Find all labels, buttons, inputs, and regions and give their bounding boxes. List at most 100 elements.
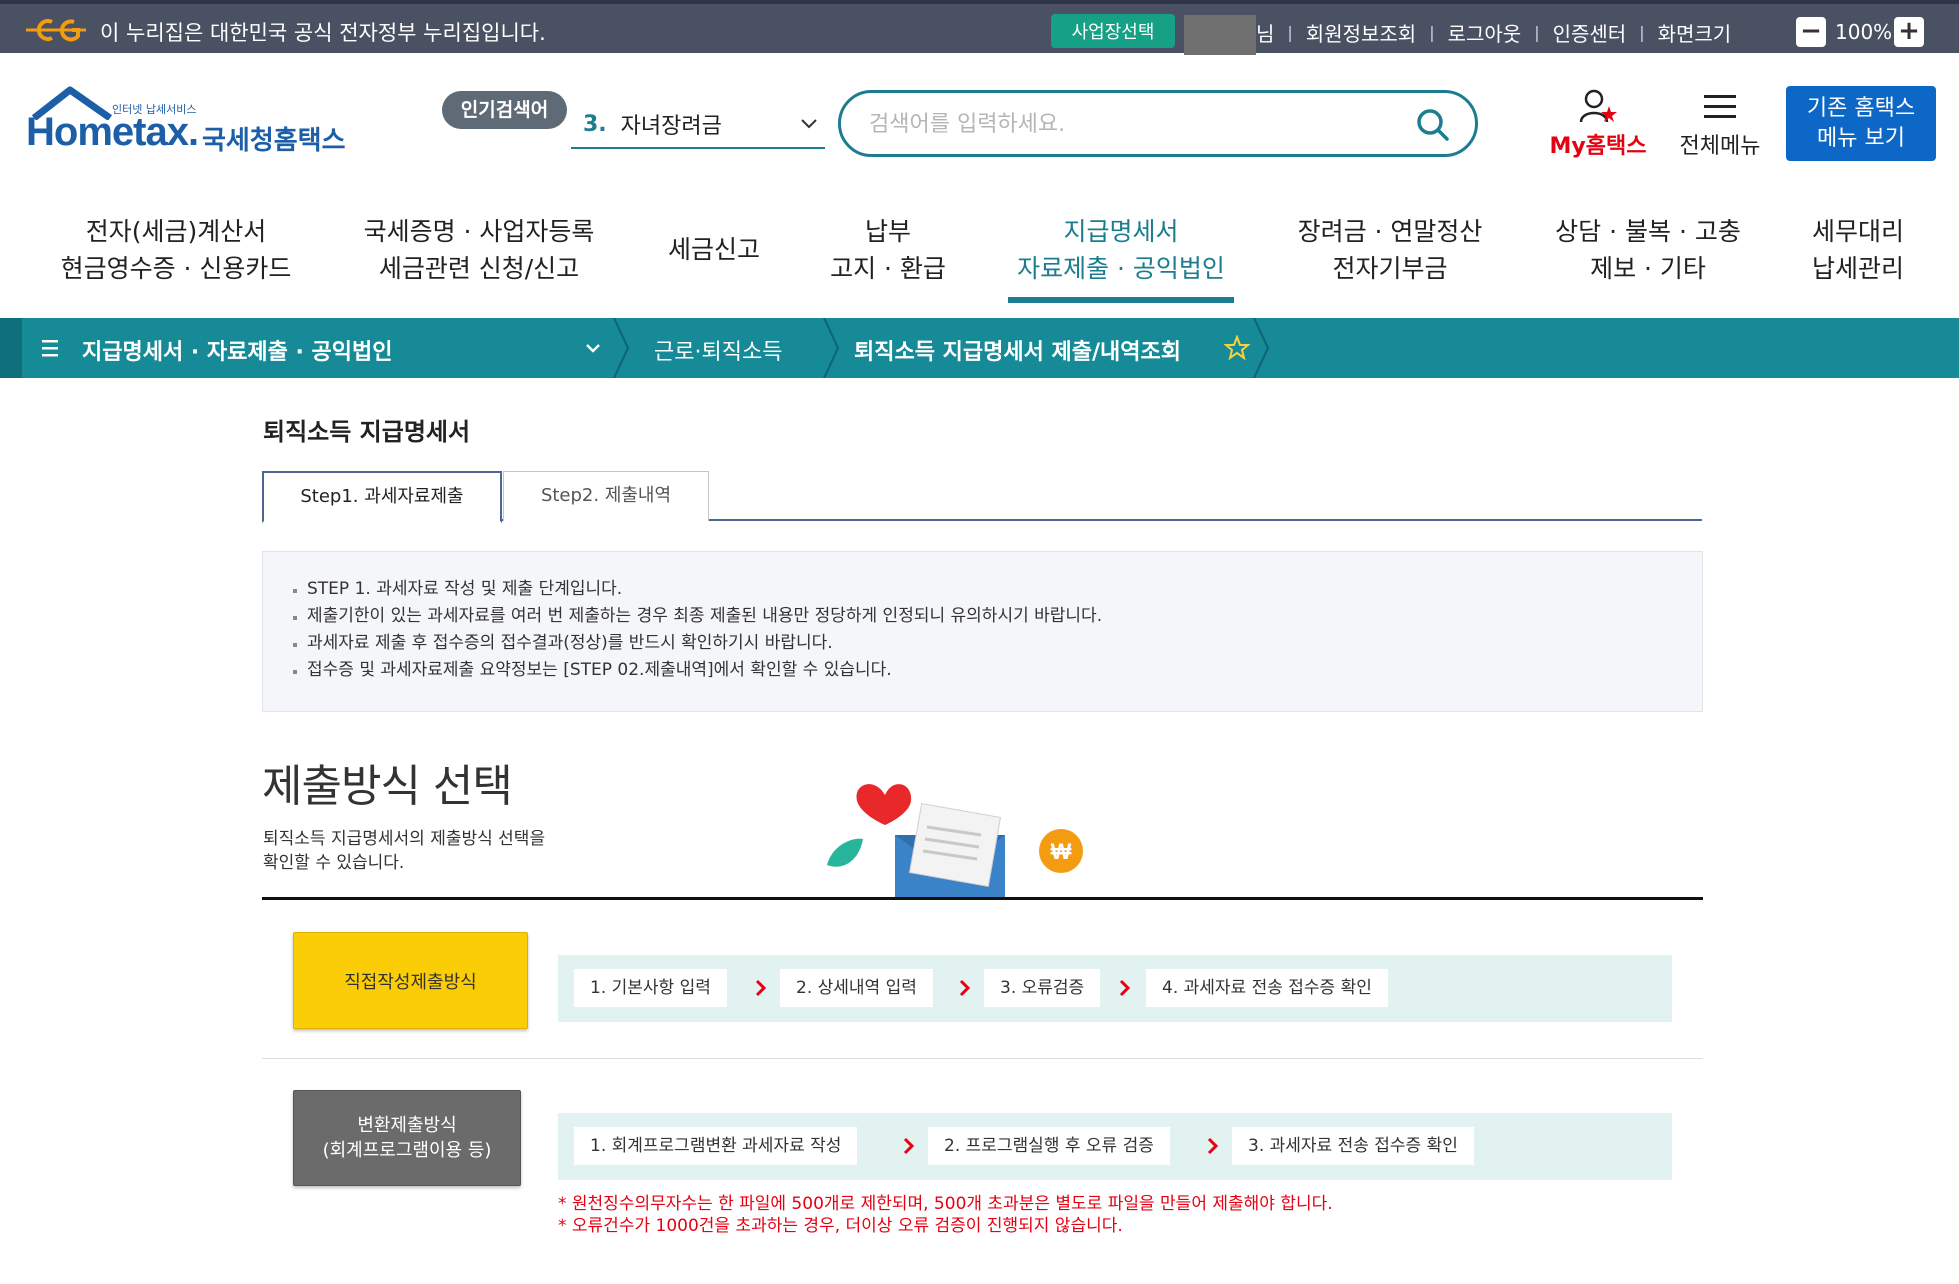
member-info-link[interactable]: 회원정보조회 <box>1306 18 1416 47</box>
direct-step: 3. 오류검증 <box>984 969 1101 1007</box>
breadcrumb-level1[interactable]: 지급명세서 · 자료제출 · 공익법인 <box>82 334 392 366</box>
nav-item-tax-agent[interactable]: 세무대리 납세관리 <box>1800 213 1916 287</box>
tab-step1[interactable]: Step1. 과세자료제출 <box>262 471 502 523</box>
star-icon[interactable] <box>1224 335 1250 361</box>
step-tabs: Step1. 과세자료제출 Step2. 제출내역 <box>262 471 1702 523</box>
popular-search-select[interactable]: 3. 자녀장려금 <box>571 101 825 149</box>
breadcrumb-divider-icon <box>823 318 840 378</box>
envelope-illustration-icon: ₩ <box>827 784 1083 900</box>
link-separator: | <box>1534 23 1540 42</box>
main-nav: 전자(세금)계산서 현금영수증 · 신용카드 국세증명 · 사업자등록 세금관련… <box>0 205 1959 315</box>
menu-icon[interactable] <box>40 333 62 363</box>
svg-text:₩: ₩ <box>1051 839 1072 864</box>
nav-item-e-invoice[interactable]: 전자(세금)계산서 현금영수증 · 신용카드 <box>58 213 294 287</box>
breadcrumb-divider-icon <box>1253 318 1270 378</box>
breadcrumb-level2[interactable]: 근로·퇴직소득 <box>654 334 782 366</box>
nav-label-line2: 제보 · 기타 <box>1590 254 1706 283</box>
section-divider <box>262 1058 1703 1059</box>
section-divider <box>262 897 1703 900</box>
legacy-menu-button[interactable]: 기존 홈택스 메뉴 보기 <box>1786 86 1936 161</box>
info-item: STEP 1. 과세자료 작성 및 제출 단계입니다. <box>291 576 1702 603</box>
breadcrumb-edge <box>0 318 22 378</box>
nav-label-line2: 자료제출 · 공익법인 <box>1017 254 1225 283</box>
nav-item-certificate[interactable]: 국세증명 · 사업자등록 세금관련 신청/신고 <box>358 213 600 287</box>
nav-item-tax-filing[interactable]: 세금신고 <box>656 231 772 268</box>
direct-step: 2. 상세내역 입력 <box>780 969 933 1007</box>
info-item: 제출기한이 있는 과세자료를 여러 번 제출하는 경우 최종 제출된 내용만 정… <box>291 603 1702 630</box>
convert-step: 1. 회계프로그램변환 과세자료 작성 <box>574 1127 858 1165</box>
popular-search-badge: 인기검색어 <box>442 91 567 129</box>
all-menu-label: 전체메뉴 <box>1679 134 1761 159</box>
arrow-right-icon <box>1119 979 1131 997</box>
nav-item-consult[interactable]: 상담 · 불복 · 고충 제보 · 기타 <box>1548 213 1748 287</box>
gov-banner-text: 이 누리집은 대한민국 공식 전자정부 누리집입니다. <box>100 21 546 45</box>
logo-main-text: Hometax. <box>26 110 199 154</box>
popular-term: 자녀장려금 <box>620 114 722 139</box>
nav-label-line1: 국세증명 · 사업자등록 <box>363 217 595 246</box>
user-suffix: 님 <box>1256 22 1275 46</box>
chevron-down-icon[interactable] <box>583 338 603 358</box>
nav-label-line1: 전자(세금)계산서 <box>85 217 267 246</box>
link-separator: | <box>1429 23 1435 42</box>
nav-label-line1: 지급명세서 <box>1063 217 1179 246</box>
tab-step2[interactable]: Step2. 제출내역 <box>503 471 709 521</box>
nav-item-incentive[interactable]: 장려금 · 연말정산 전자기부금 <box>1290 213 1490 287</box>
arrow-right-icon <box>903 1137 915 1155</box>
direct-step: 1. 기본사항 입력 <box>574 969 727 1007</box>
gov-banner: 이 누리집은 대한민국 공식 전자정부 누리집입니다. 사업장선택 님 | 회원… <box>0 0 1959 55</box>
nav-label-line1: 장려금 · 연말정산 <box>1297 217 1483 246</box>
arrow-right-icon <box>1207 1137 1219 1155</box>
nav-label-line1: 세금신고 <box>667 235 760 264</box>
logout-link[interactable]: 로그아웃 <box>1448 18 1522 47</box>
user-icon <box>1579 89 1617 123</box>
popular-rank: 3. <box>583 111 607 137</box>
direct-step: 4. 과세자료 전송 접수증 확인 <box>1146 969 1388 1007</box>
convert-steps-row: 1. 회계프로그램변환 과세자료 작성 2. 프로그램실행 후 오류 검증 3.… <box>558 1113 1672 1180</box>
direct-steps-row: 1. 기본사항 입력 2. 상세내역 입력 3. 오류검증 4. 과세자료 전송… <box>558 955 1672 1022</box>
top-links: 님 | 회원정보조회 | 로그아웃 | 인증센터 | 화면크기 <box>1256 18 1731 47</box>
nav-item-payment-statement[interactable]: 지급명세서 자료제출 · 공익법인 <box>1008 213 1234 303</box>
breadcrumb-divider-icon <box>613 318 630 378</box>
nav-label-line1: 세무대리 <box>1811 217 1904 246</box>
info-item: 접수증 및 과세자료제출 요약정보는 [STEP 02.제출내역]에서 확인할 … <box>291 657 1702 684</box>
arrow-right-icon <box>755 979 767 997</box>
search-input[interactable] <box>869 107 1389 141</box>
nav-label-line1: 납부 <box>864 217 911 246</box>
screen-size-label: 화면크기 <box>1657 22 1732 46</box>
convert-submit-button[interactable]: 변환제출방식 (회계프로그램이용 등) <box>293 1090 521 1186</box>
my-hometax-label: My홈택스 <box>1549 134 1647 159</box>
user-name-masked <box>1184 15 1256 55</box>
biz-select-button[interactable]: 사업장선택 <box>1051 14 1175 48</box>
logo-korean-text: 국세청홈택스 <box>202 126 346 156</box>
arrow-right-icon <box>959 979 971 997</box>
nav-label-line2: 현금영수증 · 신용카드 <box>60 254 292 283</box>
hometax-logo[interactable]: 인터넷 납세서비스 Hometax. 국세청홈택스 <box>26 86 346 166</box>
note-line: * 원천징수의무자수는 한 파일에 500개로 제한되며, 500개 초과분은 … <box>558 1194 1333 1214</box>
my-hometax-button[interactable]: My홈택스 <box>1546 88 1650 159</box>
info-box: STEP 1. 과세자료 작성 및 제출 단계입니다. 제출기한이 있는 과세자… <box>262 551 1703 712</box>
zoom-in-button[interactable]: + <box>1894 17 1924 47</box>
cert-center-link[interactable]: 인증센터 <box>1553 18 1627 47</box>
nav-label-line2: 세금관련 신청/신고 <box>378 254 580 283</box>
all-menu-button[interactable]: 전체메뉴 <box>1670 88 1770 159</box>
search-icon[interactable] <box>1415 107 1451 143</box>
breadcrumb-level3: 퇴직소득 지급명세서 제출/내역조회 <box>854 340 1181 365</box>
nav-label-line2: 전자기부금 <box>1332 254 1448 283</box>
info-item: 과세자료 제출 후 접수증의 접수결과(정상)를 반드시 확인하기시 바랍니다. <box>291 630 1702 657</box>
breadcrumb: 지급명세서 · 자료제출 · 공익법인 근로·퇴직소득 퇴직소득 지급명세서 제… <box>0 318 1959 378</box>
link-separator: | <box>1639 23 1645 42</box>
convert-step: 3. 과세자료 전송 접수증 확인 <box>1232 1127 1474 1165</box>
page-title: 퇴직소득 지급명세서 <box>263 418 471 446</box>
direct-submit-button[interactable]: 직접작성제출방식 <box>293 932 528 1029</box>
convert-step: 2. 프로그램실행 후 오류 검증 <box>928 1127 1170 1165</box>
nav-label-line1: 상담 · 불복 · 고충 <box>1555 217 1741 246</box>
nav-label-line2: 납세관리 <box>1811 254 1904 283</box>
note-line: * 오류건수가 1000건을 초과하는 경우, 더이상 오류 검증이 진행되지 … <box>558 1216 1123 1236</box>
nav-item-payment[interactable]: 납부 고지 · 환급 <box>820 213 956 287</box>
search-box <box>838 90 1478 157</box>
zoom-out-button[interactable]: − <box>1796 17 1826 47</box>
nav-label-line2: 고지 · 환급 <box>830 254 946 283</box>
hamburger-icon <box>1704 95 1736 118</box>
method-description: 퇴직소득 지급명세서의 제출방식 선택을 확인할 수 있습니다. <box>263 829 546 873</box>
link-separator: | <box>1287 23 1293 42</box>
